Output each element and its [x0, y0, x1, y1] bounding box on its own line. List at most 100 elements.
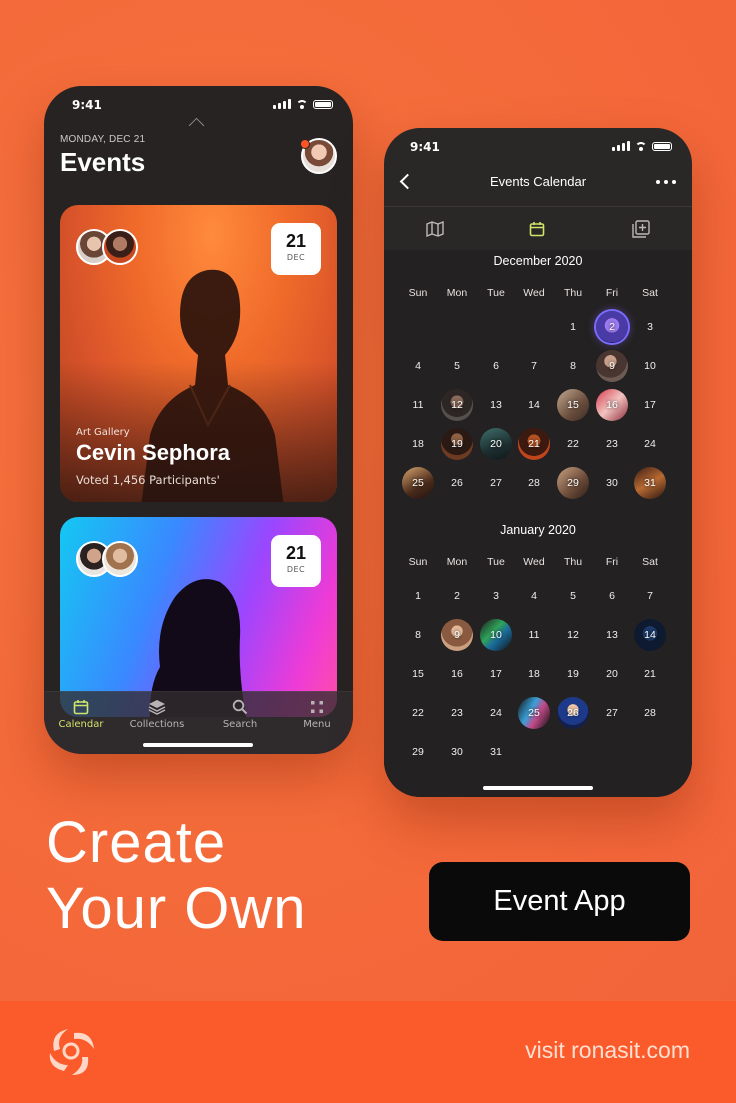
calendar-day[interactable]: 4 — [402, 350, 434, 382]
calendar-day[interactable]: 21 — [518, 428, 550, 460]
weekday-label: Thu — [563, 287, 583, 299]
more-icon[interactable] — [656, 180, 676, 184]
calendar-day[interactable]: 28 — [518, 467, 550, 499]
calendar-day[interactable]: 1 — [557, 311, 589, 343]
calendar-day[interactable]: 6 — [596, 580, 628, 612]
event-category: Art Gallery — [76, 427, 130, 438]
calendar-day[interactable]: 5 — [557, 580, 589, 612]
calendar-icon — [46, 697, 116, 717]
tab-calendar[interactable]: Calendar — [46, 697, 116, 730]
map-view-tab[interactable] — [384, 207, 486, 251]
status-time: 9:41 — [410, 140, 440, 154]
calendar-day[interactable]: 20 — [480, 428, 512, 460]
tab-menu[interactable]: Menu — [282, 697, 352, 730]
calendar-day[interactable]: 18 — [518, 658, 550, 690]
calendar-day[interactable]: 26 — [441, 467, 473, 499]
avatar — [102, 229, 138, 265]
calendar-day[interactable]: 3 — [480, 580, 512, 612]
calendar-day[interactable]: 1 — [402, 580, 434, 612]
calendar-day[interactable]: 19 — [557, 658, 589, 690]
calendar-day[interactable]: 13 — [480, 389, 512, 421]
calendar-day[interactable]: 12 — [557, 619, 589, 651]
wifi-icon — [296, 99, 308, 109]
calendar-day[interactable]: 23 — [441, 697, 473, 729]
battery-icon — [313, 99, 333, 109]
calendar-day[interactable]: 29 — [402, 736, 434, 768]
calendar-day[interactable]: 11 — [518, 619, 550, 651]
event-votes: Voted 1,456 Participants' — [76, 473, 220, 487]
calendar-day[interactable]: 11 — [402, 389, 434, 421]
calendar-day[interactable]: 14 — [518, 389, 550, 421]
calendar-day[interactable]: 7 — [518, 350, 550, 382]
search-icon — [205, 697, 275, 717]
weekday-label: Sun — [408, 287, 428, 299]
event-card[interactable]: 21 DEC Art Gallery Cevin Sephora Voted 1… — [60, 205, 337, 502]
calendar-day[interactable]: 14 — [634, 619, 666, 651]
calendar-day[interactable]: 2 — [441, 580, 473, 612]
calendar-day[interactable]: 24 — [480, 697, 512, 729]
calendar-day[interactable]: 22 — [557, 428, 589, 460]
calendar-day[interactable]: 25 — [402, 467, 434, 499]
event-card[interactable]: 21 DEC — [60, 517, 337, 717]
calendar-day[interactable]: 12 — [441, 389, 473, 421]
map-icon — [426, 221, 444, 237]
calendar-day[interactable]: 9 — [441, 619, 473, 651]
calendar-day[interactable]: 22 — [402, 697, 434, 729]
calendar-day[interactable]: 24 — [634, 428, 666, 460]
calendar-day[interactable]: 26 — [557, 697, 589, 729]
calendar-day[interactable]: 25 — [518, 697, 550, 729]
calendar-day[interactable]: 16 — [441, 658, 473, 690]
calendar-day[interactable]: 9 — [596, 350, 628, 382]
battery-icon — [652, 141, 672, 151]
calendar-day[interactable]: 21 — [634, 658, 666, 690]
website-link[interactable]: visit ronasit.com — [525, 1037, 690, 1064]
collection-view-tab[interactable] — [590, 207, 692, 251]
event-app-button[interactable]: Event App — [429, 862, 690, 941]
calendar-day[interactable]: 16 — [596, 389, 628, 421]
tab-search[interactable]: Search — [205, 697, 275, 730]
calendar-icon — [529, 222, 545, 237]
calendar-day[interactable]: 17 — [634, 389, 666, 421]
calendar-day[interactable]: 19 — [441, 428, 473, 460]
calendar-day[interactable]: 15 — [402, 658, 434, 690]
calendar-day[interactable]: 5 — [441, 350, 473, 382]
calendar-day[interactable]: 6 — [480, 350, 512, 382]
month-title: January 2020 — [500, 523, 576, 537]
calendar-day[interactable]: 31 — [480, 736, 512, 768]
calendar-day[interactable]: 4 — [518, 580, 550, 612]
calendar-day[interactable]: 27 — [480, 467, 512, 499]
status-time: 9:41 — [72, 98, 102, 112]
calendar-day[interactable]: 13 — [596, 619, 628, 651]
current-date: MONDAY, DEC 21 — [60, 134, 146, 145]
tab-collections[interactable]: Collections — [122, 697, 192, 730]
calendar-day[interactable]: 23 — [596, 428, 628, 460]
calendar-day[interactable]: 2 — [596, 311, 628, 343]
calendar-day[interactable]: 17 — [480, 658, 512, 690]
calendar-day[interactable]: 28 — [634, 697, 666, 729]
calendar-day[interactable]: 30 — [596, 467, 628, 499]
calendar-day[interactable]: 10 — [634, 350, 666, 382]
weekday-label: Fri — [605, 556, 619, 568]
calendar-day[interactable]: 15 — [557, 389, 589, 421]
calendar-day[interactable]: 8 — [557, 350, 589, 382]
calendar-day[interactable]: 31 — [634, 467, 666, 499]
weekday-label: Sun — [408, 556, 428, 568]
calendar-day[interactable]: 10 — [480, 619, 512, 651]
calendar-day[interactable]: 18 — [402, 428, 434, 460]
attendee-avatars — [76, 541, 140, 581]
home-indicator — [143, 743, 253, 747]
calendar-day[interactable]: 29 — [557, 467, 589, 499]
calendar-view-tab[interactable] — [486, 207, 588, 252]
calendar-phone: 9:41 Events Calendar December 2020 Sun Mon… — [384, 128, 692, 797]
calendar-day[interactable]: 27 — [596, 697, 628, 729]
calendar-day[interactable]: 7 — [634, 580, 666, 612]
weekday-label: Wed — [523, 287, 545, 299]
calendar-body: December 2020 Sun Mon Tue Wed Thu Fri Sat 1 2 3 4 5 6… — [384, 250, 692, 797]
calendar-day[interactable]: 20 — [596, 658, 628, 690]
calendar-day[interactable]: 3 — [634, 311, 666, 343]
weekday-label: Wed — [523, 556, 545, 568]
attendee-avatars — [76, 229, 140, 269]
calendar-day[interactable]: 8 — [402, 619, 434, 651]
calendar-day[interactable]: 30 — [441, 736, 473, 768]
date-badge: 21 DEC — [271, 535, 321, 587]
